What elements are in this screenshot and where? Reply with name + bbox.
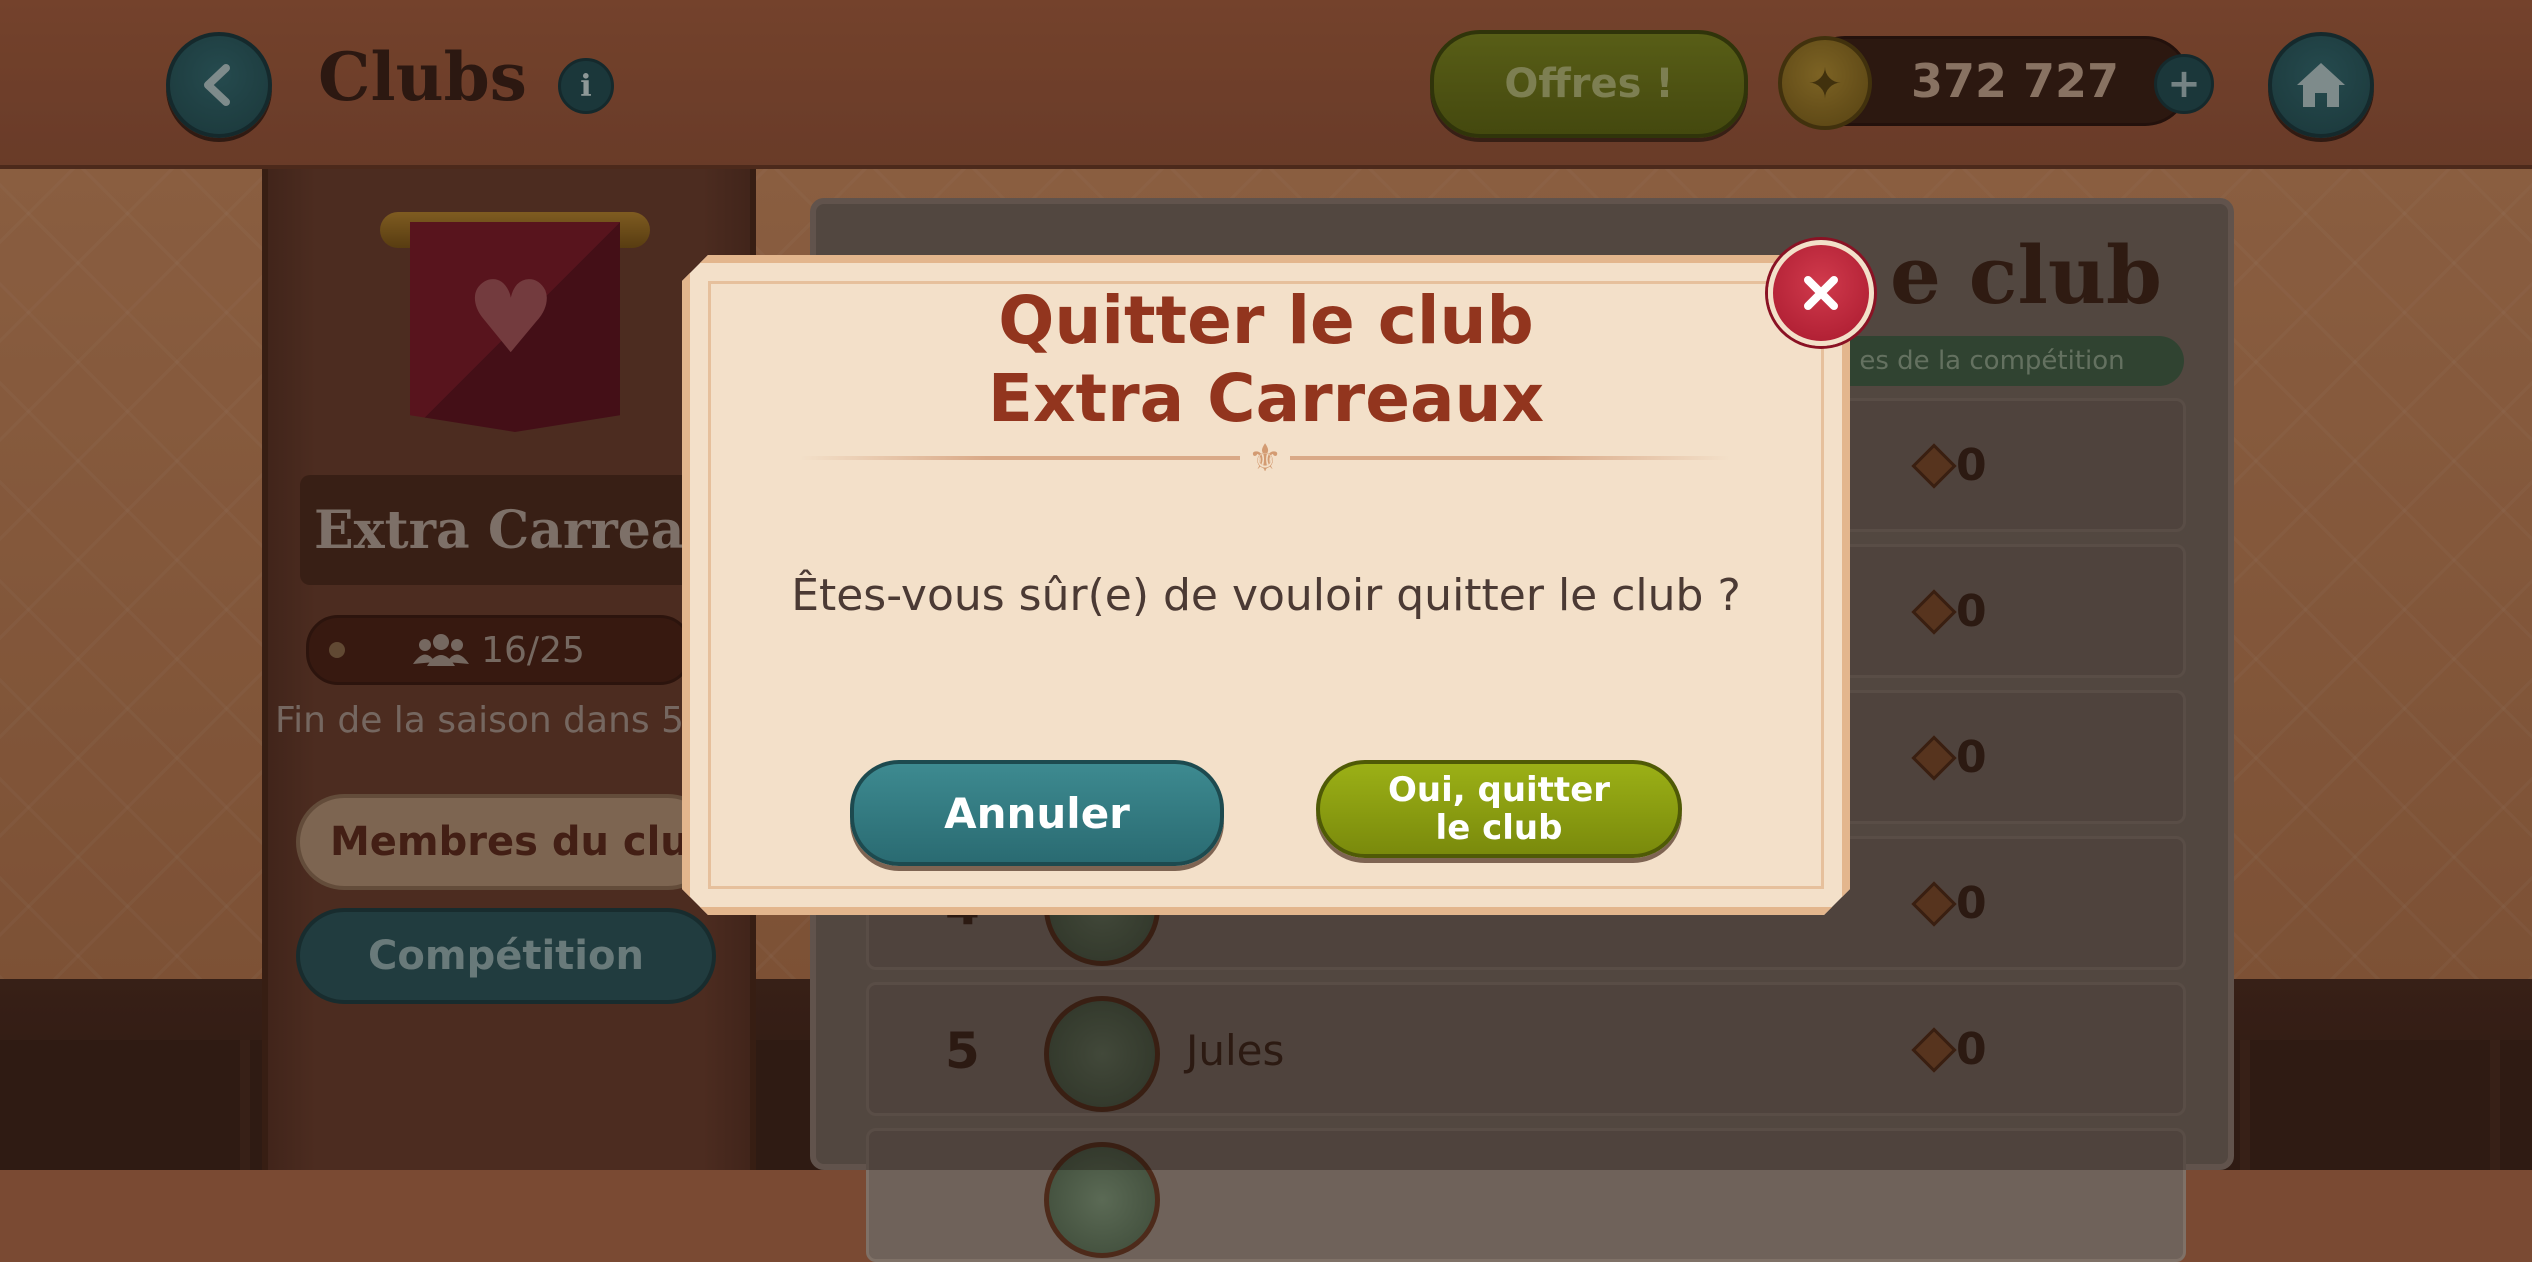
- dialog-title: Quitter le club Extra Carreaux: [987, 282, 1545, 437]
- close-icon: [1804, 276, 1838, 310]
- cancel-button[interactable]: Annuler: [850, 760, 1224, 866]
- dialog-message: Êtes-vous sûr(e) de vouloir quitter le c…: [791, 570, 1741, 621]
- fleur-de-lis-icon: ⚜: [1240, 436, 1290, 480]
- close-button[interactable]: [1768, 240, 1874, 346]
- confirm-leave-button[interactable]: Oui, quitter le club: [1316, 760, 1682, 858]
